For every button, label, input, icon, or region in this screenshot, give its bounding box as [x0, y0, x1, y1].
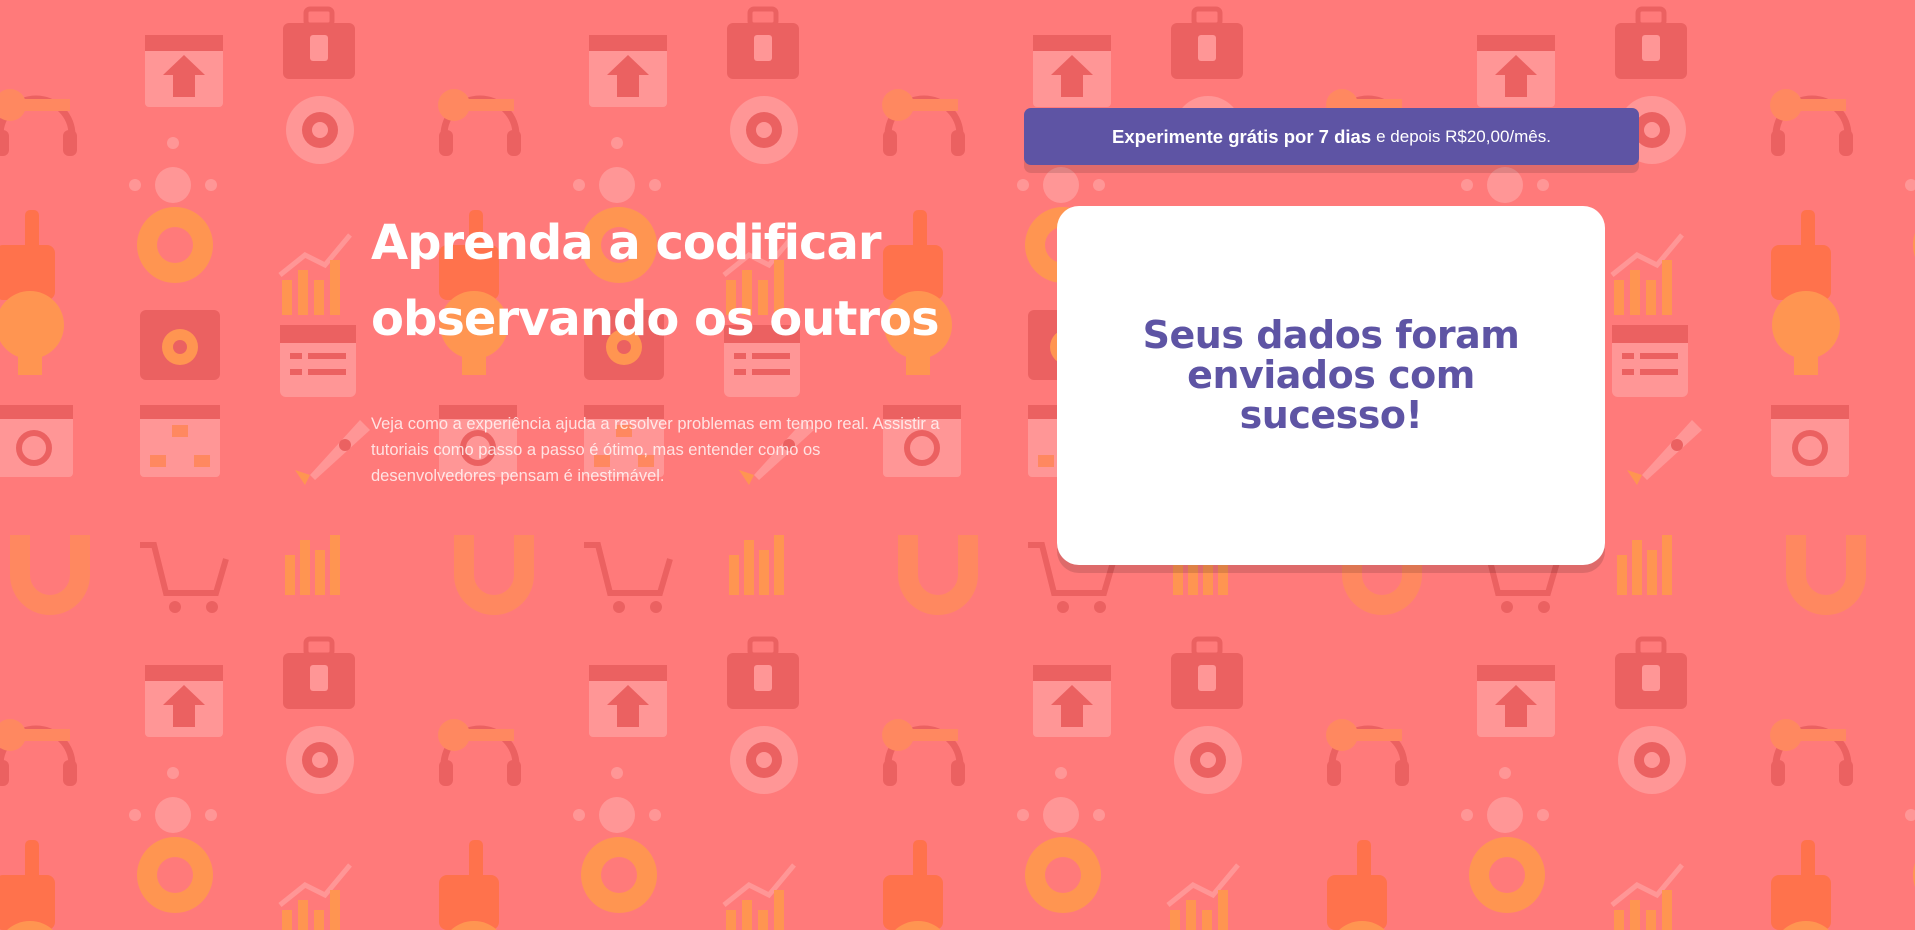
trial-banner-rest: e depois R$20,00/mês.: [1376, 126, 1551, 146]
hero-section: Aprenda a codificar observando os outros…: [371, 205, 941, 489]
hero-title: Aprenda a codificar observando os outros: [371, 205, 941, 357]
trial-banner-strong: Experimente grátis por 7 dias: [1112, 125, 1372, 147]
trial-banner: Experimente grátis por 7 dias e depois R…: [1024, 108, 1639, 165]
success-card: Seus dados foram enviados com sucesso!: [1057, 206, 1605, 565]
hero-title-line2: observando os outros: [371, 291, 940, 347]
hero-description: Veja como a experiência ajuda a resolver…: [371, 415, 940, 485]
hero-title-line1: Aprenda a codificar: [371, 215, 882, 271]
success-message: Seus dados foram enviados com sucesso!: [1142, 312, 1520, 437]
